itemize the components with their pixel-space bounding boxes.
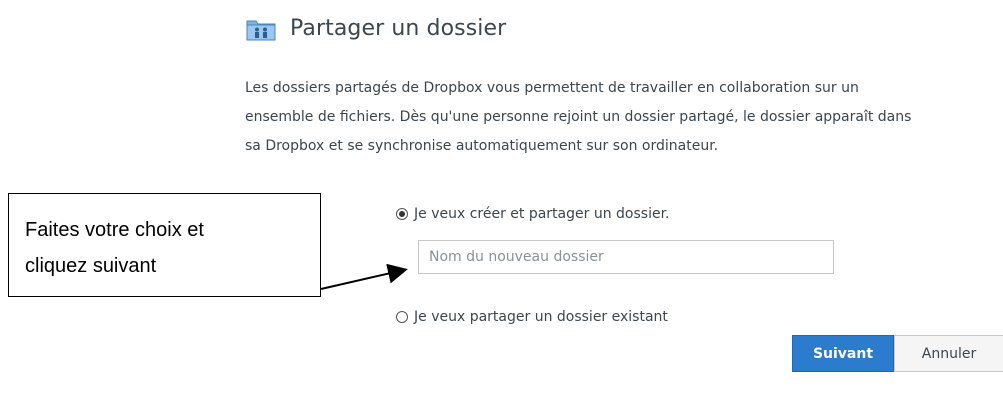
page-title: Partager un dossier [290, 16, 507, 41]
option-create-folder[interactable]: Je veux créer et partager un dossier. [396, 206, 670, 222]
description-line: Les dossiers partagés de Dropbox vous pe… [245, 80, 859, 96]
share-existing-radio[interactable] [396, 311, 408, 323]
create-folder-label[interactable]: Je veux créer et partager un dossier. [414, 206, 670, 222]
description: Les dossiers partagés de Dropbox vous pe… [245, 74, 1003, 161]
next-button[interactable]: Suivant [792, 335, 894, 372]
instruction-callout: Faites votre choix et cliquez suivant [8, 193, 321, 297]
description-line: ensemble de fichiers. Dès qu'une personn… [245, 109, 912, 125]
cancel-button[interactable]: Annuler [894, 335, 1003, 372]
dialog-header: Partager un dossier [246, 16, 506, 41]
new-folder-name-input[interactable] [418, 240, 834, 274]
callout-line: Faites votre choix et [25, 219, 204, 241]
description-line: sa Dropbox et se synchronise automatique… [245, 138, 719, 154]
share-existing-label[interactable]: Je veux partager un dossier existant [414, 309, 668, 325]
option-share-existing[interactable]: Je veux partager un dossier existant [396, 309, 668, 325]
callout-line: cliquez suivant [25, 255, 157, 277]
shared-folder-icon [246, 17, 276, 41]
create-folder-radio[interactable] [396, 208, 408, 220]
